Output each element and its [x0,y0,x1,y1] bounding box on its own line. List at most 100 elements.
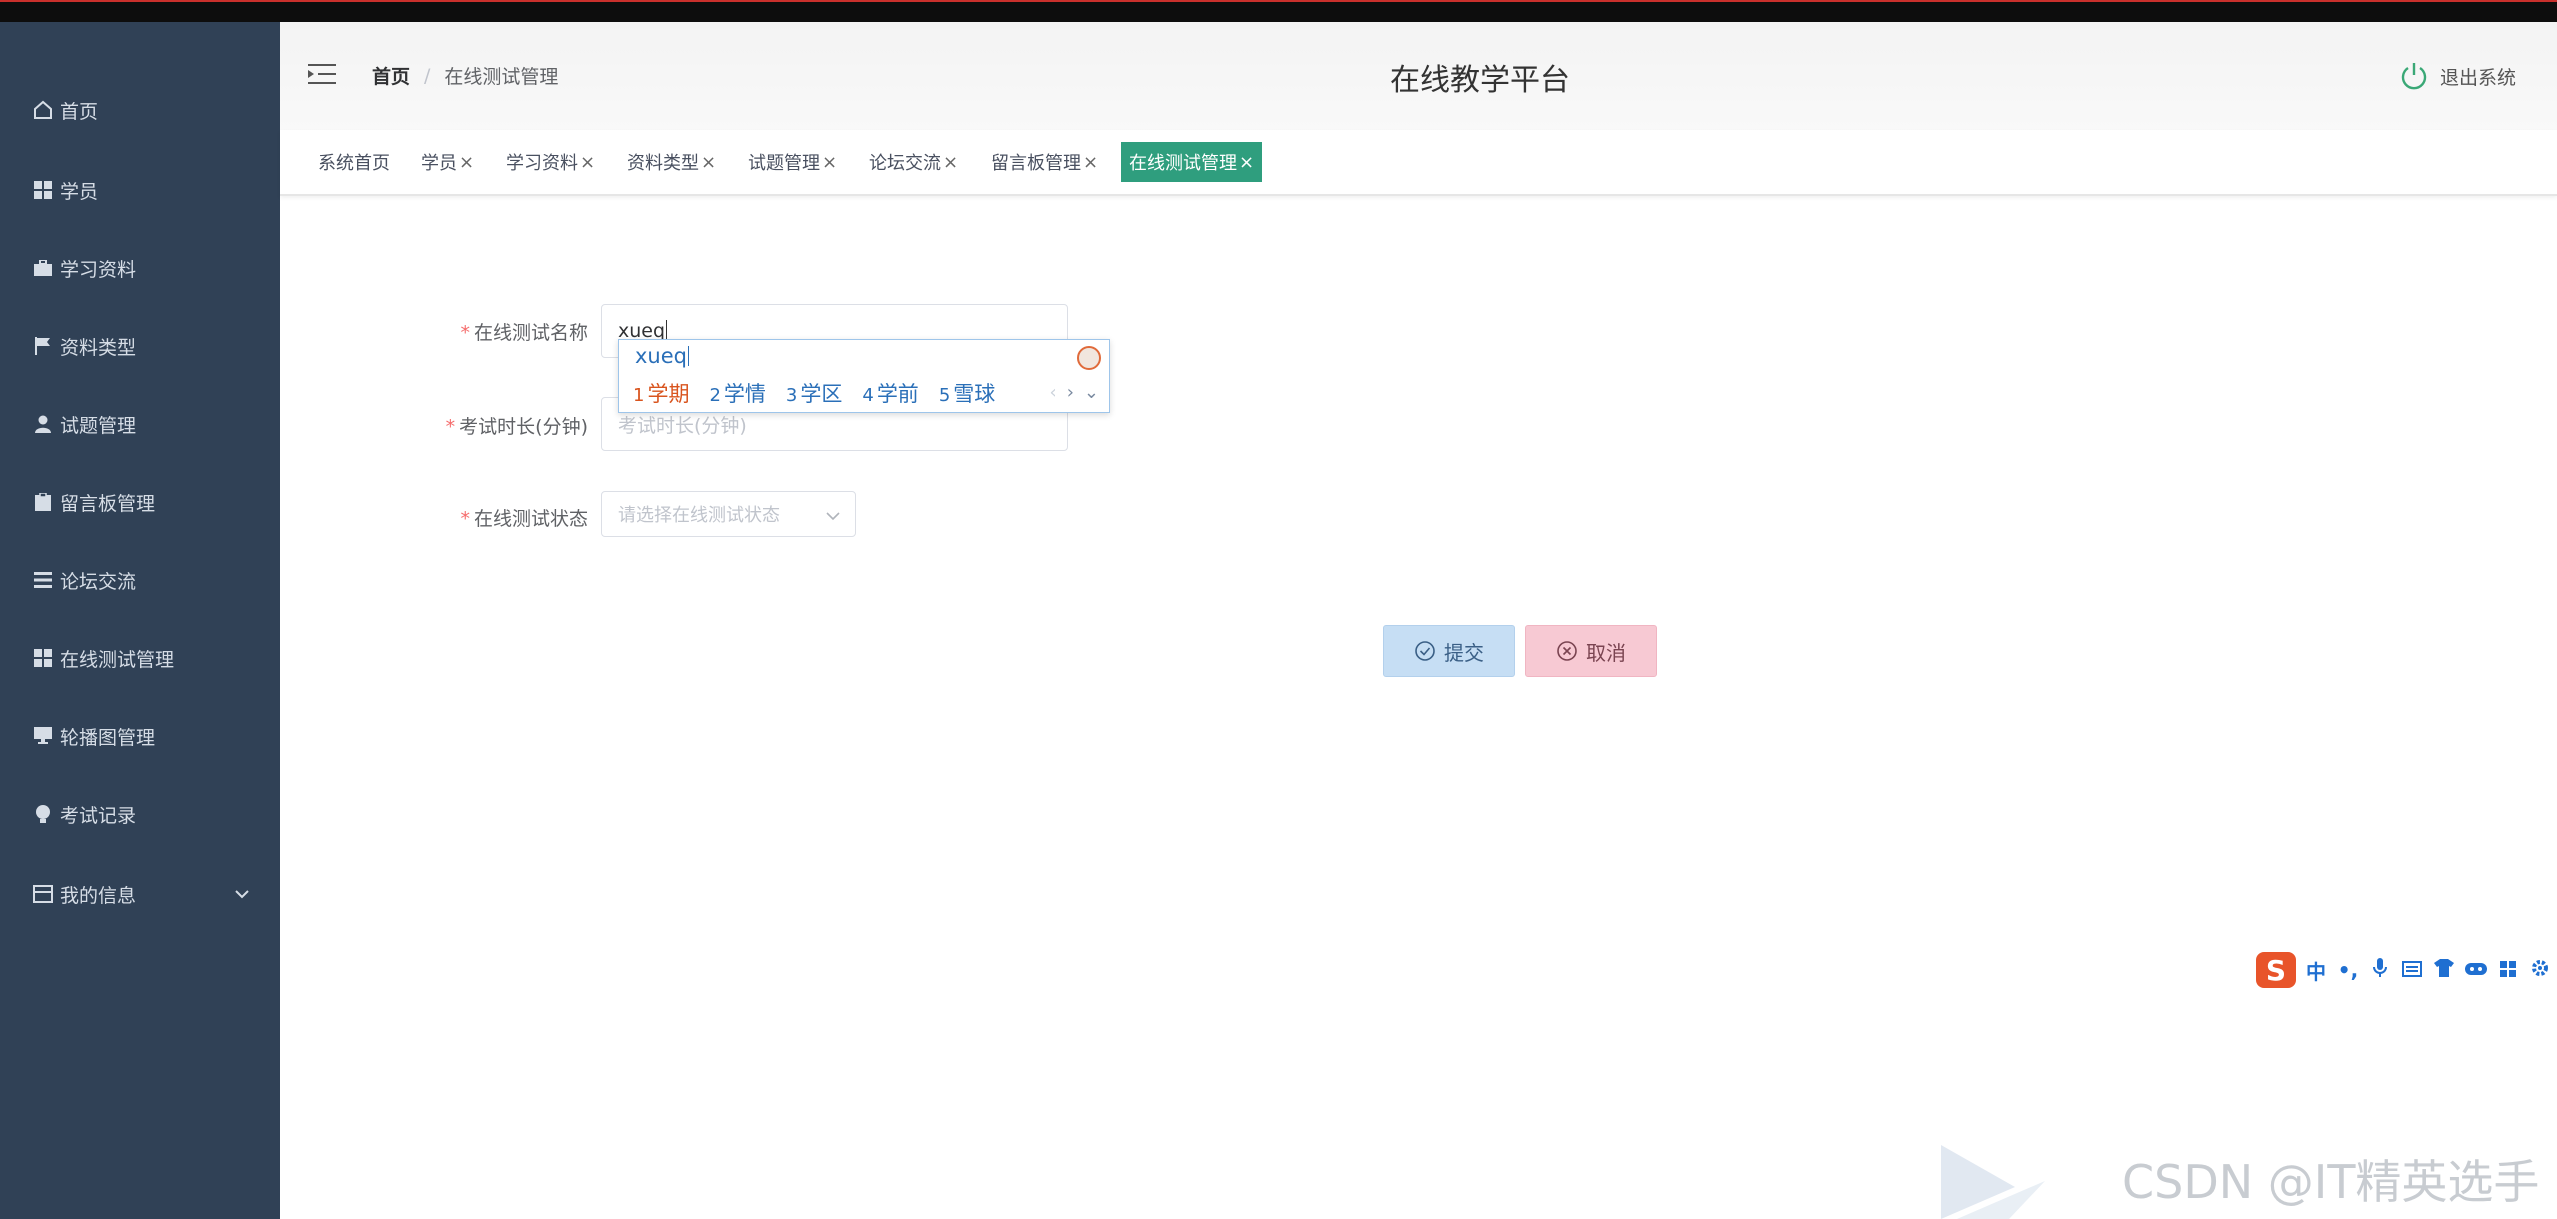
list-icon [32,569,54,591]
ime-toolbar: S 中 •, [2256,950,2552,990]
sidebar-item-label: 首页 [60,100,99,123]
sidebar-item-label: 试题管理 [60,414,137,437]
test-name-label: * 在线测试名称 [460,322,588,344]
sidebar-item-message-board[interactable]: 留言板管理 [0,472,280,532]
sidebar-item-forum[interactable]: 论坛交流 [0,550,280,610]
tab-close-icon[interactable]: × [459,152,474,173]
ime-candidate[interactable]: 4 学前 [862,378,918,408]
sidebar-item-label: 轮播图管理 [60,726,156,749]
chevron-down-icon[interactable] [232,884,252,904]
header: 首页 / 在线测试管理 在线教学平台 退出系统 [280,22,2557,130]
sidebar-item-my-info[interactable]: 我的信息 [0,864,280,924]
ime-logo-icon [1077,346,1101,370]
tab-label: 学员 [421,153,457,174]
ime-candidate[interactable]: 3 学区 [786,378,842,408]
tab-system-home[interactable]: 系统首页 [310,142,398,182]
ime-punct-toggle[interactable]: •, [2336,958,2360,982]
cancel-button[interactable]: 取消 [1525,625,1657,677]
microphone-icon[interactable] [2368,957,2392,983]
clipboard-icon [32,491,54,513]
tab-materials[interactable]: 学习资料 × [498,142,603,182]
tab-close-icon[interactable]: × [822,152,837,173]
breadcrumb: 首页 / 在线测试管理 [372,62,558,89]
app-title: 在线教学平台 [1390,63,1570,98]
window-top-bar [0,0,2557,22]
tab-close-icon[interactable]: × [943,152,958,173]
sidebar-item-exam-records[interactable]: 考试记录 [0,784,280,844]
tab-students[interactable]: 学员 × [413,142,482,182]
sidebar-item-label: 资料类型 [60,336,137,359]
chevron-down-icon [826,512,840,521]
close-circle-icon [1557,641,1577,661]
tab-label: 试题管理 [748,153,820,174]
keyboard-icon[interactable] [2400,958,2424,982]
ime-candidate-popup: xueq 1 学期 2 学情 3 学区 4 学前 5 雪球 ‹ › ⌄ [618,339,1110,413]
sidebar-item-label: 论坛交流 [60,570,137,593]
sidebar-item-label: 考试记录 [60,804,137,827]
tabs-bar: 系统首页 学员 × 学习资料 × 资料类型 × 试题管理 × 论坛交流 × 留言板管理 × … [280,130,2557,196]
card-icon [32,883,54,905]
home-icon [32,99,54,121]
tab-message-board[interactable]: 留言板管理 × [983,142,1106,182]
ime-prev-icon[interactable]: ‹ [1050,382,1057,403]
status-label: * 在线测试状态 [460,508,588,530]
briefcase-icon [32,257,54,279]
breadcrumb-separator: / [424,64,431,87]
tab-label: 留言板管理 [991,153,1081,174]
ime-nav: ‹ › ⌄ [1050,382,1100,403]
bulb-icon [32,803,54,825]
menu-toggle-icon[interactable] [308,62,336,86]
tab-material-types[interactable]: 资料类型 × [619,142,724,182]
sidebar-item-label: 学习资料 [60,258,137,281]
tab-forum[interactable]: 论坛交流 × [861,142,966,182]
status-placeholder: 请选择在线测试状态 [618,505,780,526]
tab-close-icon[interactable]: × [580,152,595,173]
sidebar-item-material-types[interactable]: 资料类型 [0,316,280,376]
ime-candidate[interactable]: 2 学情 [709,378,765,408]
tab-close-icon[interactable]: × [701,152,716,173]
gear-icon[interactable] [2528,958,2552,982]
logout-button[interactable]: 退出系统 [2400,62,2516,90]
tab-label: 资料类型 [627,153,699,174]
tab-label: 论坛交流 [869,153,941,174]
duration-placeholder: 考试时长(分钟) [618,414,747,437]
tab-close-icon[interactable]: × [1239,152,1254,173]
ime-next-icon[interactable]: › [1067,382,1074,403]
sidebar-item-materials[interactable]: 学习资料 [0,238,280,298]
tab-questions[interactable]: 试题管理 × [740,142,845,182]
logout-label: 退出系统 [2440,66,2517,89]
tab-close-icon[interactable]: × [1083,152,1098,173]
sidebar: 首页 学员 学习资料 资料类型 试题管理 留言板管理 论坛交流 在线测试管理 轮… [0,22,280,1219]
status-select[interactable]: 请选择在线测试状态 [601,491,856,537]
sidebar-item-online-test[interactable]: 在线测试管理 [0,628,280,688]
tab-online-test[interactable]: 在线测试管理 × [1121,142,1263,182]
ime-more-icon[interactable]: ⌄ [1084,382,1099,403]
tab-label: 在线测试管理 [1129,153,1237,174]
skin-icon[interactable] [2432,958,2456,982]
sogou-logo-icon[interactable]: S [2256,952,2296,988]
sidebar-item-label: 留言板管理 [60,492,156,515]
ime-candidate[interactable]: 5 雪球 [939,378,995,408]
ime-candidate[interactable]: 1 学期 [633,378,689,408]
ime-composition: xueq [635,344,689,368]
apps-icon[interactable] [2496,958,2520,982]
flag-icon [32,335,54,357]
grid-icon [32,179,54,201]
top-accent-line [0,0,2557,2]
sidebar-item-students[interactable]: 学员 [0,160,280,220]
check-circle-icon [1415,641,1435,661]
monitor-icon [32,725,54,747]
submit-label: 提交 [1444,640,1484,665]
tab-label: 系统首页 [318,153,390,174]
watermark-text: CSDN @IT精英选手 [2122,1155,2540,1209]
sidebar-item-questions[interactable]: 试题管理 [0,394,280,454]
power-icon [2401,63,2427,90]
sidebar-item-home[interactable]: 首页 [0,80,280,140]
sidebar-item-carousel[interactable]: 轮播图管理 [0,706,280,766]
ime-lang-toggle[interactable]: 中 [2304,956,2328,985]
sidebar-item-label: 在线测试管理 [60,648,175,671]
game-icon[interactable] [2464,958,2488,982]
breadcrumb-home[interactable]: 首页 [372,62,410,89]
submit-button[interactable]: 提交 [1383,625,1515,677]
sidebar-item-label: 学员 [60,180,99,203]
